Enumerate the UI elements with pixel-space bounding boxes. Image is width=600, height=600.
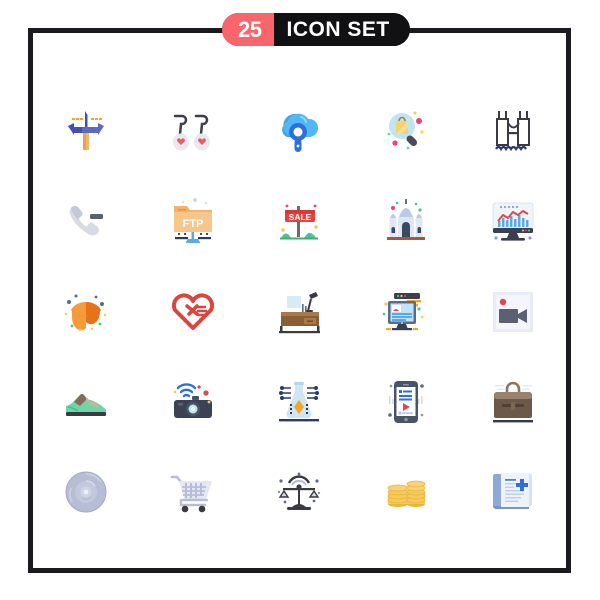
balance-scale-icon bbox=[278, 472, 321, 510]
icon-cell-briefcase[interactable] bbox=[459, 357, 566, 447]
mosque-icon bbox=[387, 199, 426, 240]
header-badge: 25 ICON SET bbox=[222, 13, 410, 46]
mobile-video-icon bbox=[388, 381, 424, 423]
bridge-icon bbox=[494, 111, 530, 152]
earrings-icon bbox=[172, 114, 210, 151]
icon-cell-office-desk[interactable] bbox=[246, 267, 353, 357]
fortune-cookie-icon bbox=[65, 294, 107, 332]
icon-cell-heart-arrow[interactable] bbox=[140, 267, 247, 357]
shopping-search-icon bbox=[387, 111, 424, 150]
icon-cell-bridge[interactable] bbox=[459, 87, 566, 177]
icon-cell-web-content[interactable] bbox=[353, 267, 460, 357]
shopping-cart-icon bbox=[170, 475, 212, 513]
cloud-search-icon bbox=[282, 113, 319, 152]
icon-cell-phone-remove[interactable] bbox=[33, 177, 140, 267]
icon-cell-analytics-monitor[interactable] bbox=[459, 177, 566, 267]
sale-sign-icon: SALE bbox=[280, 204, 319, 240]
icon-cell-science-circuit[interactable] bbox=[246, 357, 353, 447]
icon-cell-earrings[interactable] bbox=[140, 87, 247, 177]
icon-cell-video-camera[interactable] bbox=[459, 267, 566, 357]
repair-tools-icon bbox=[68, 111, 105, 150]
icon-cell-fortune-cookie[interactable] bbox=[33, 267, 140, 357]
icon-cell-wireless-camera[interactable] bbox=[140, 357, 247, 447]
icon-cell-cloud-search[interactable] bbox=[246, 87, 353, 177]
icon-cell-mobile-video[interactable] bbox=[353, 357, 460, 447]
briefcase-icon bbox=[492, 381, 533, 423]
ftp-folder-icon: FTP bbox=[173, 198, 212, 243]
sneaker-icon bbox=[66, 394, 107, 416]
sale-sign-label: SALE bbox=[289, 212, 312, 222]
icon-cell-balance-scale[interactable] bbox=[246, 447, 353, 537]
icon-cell-mosque[interactable] bbox=[353, 177, 460, 267]
science-circuit-icon bbox=[279, 382, 320, 422]
icon-cell-sale-sign[interactable]: SALE bbox=[246, 177, 353, 267]
office-desk-icon bbox=[279, 292, 321, 334]
icon-count: 25 bbox=[222, 13, 275, 46]
icon-cell-medical-book[interactable] bbox=[459, 447, 566, 537]
coins-icon bbox=[387, 480, 426, 507]
analytics-monitor-icon bbox=[492, 202, 534, 241]
wireless-camera-icon bbox=[173, 383, 212, 418]
web-content-icon bbox=[382, 293, 424, 331]
icon-cell-repair-tools[interactable] bbox=[33, 87, 140, 177]
heart-arrow-icon bbox=[171, 293, 214, 330]
medical-book-icon bbox=[492, 473, 532, 509]
icon-cell-coins[interactable] bbox=[353, 447, 460, 537]
icon-cell-shopping-cart[interactable] bbox=[140, 447, 247, 537]
compact-disc-icon bbox=[65, 471, 107, 513]
icon-cell-ftp-folder[interactable]: FTP bbox=[140, 177, 247, 267]
icon-cell-sneaker[interactable] bbox=[33, 357, 140, 447]
phone-remove-icon bbox=[69, 206, 104, 236]
icon-cell-shopping-search[interactable] bbox=[353, 87, 460, 177]
icon-set-title: ICON SET bbox=[274, 13, 410, 46]
icon-cell-compact-disc[interactable] bbox=[33, 447, 140, 537]
icon-grid: FTP SALE bbox=[33, 33, 566, 568]
ftp-folder-label: FTP bbox=[183, 218, 204, 230]
video-camera-icon bbox=[492, 292, 533, 332]
